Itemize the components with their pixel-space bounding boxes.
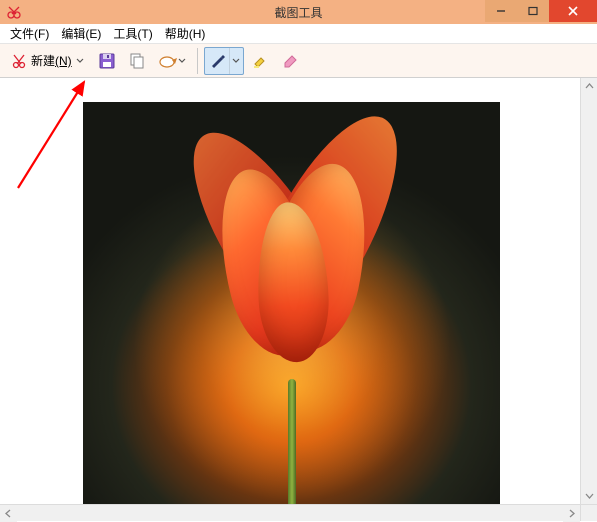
window-controls	[485, 0, 597, 22]
copy-button[interactable]	[123, 47, 151, 75]
window-title: 截图工具	[274, 4, 322, 21]
close-icon	[567, 5, 579, 17]
highlighter-button[interactable]	[246, 47, 274, 75]
eraser-button[interactable]	[276, 47, 304, 75]
menu-file-hotkey: (F)	[34, 27, 49, 41]
chevron-down-icon	[178, 57, 186, 65]
chevron-right-icon	[567, 509, 576, 518]
scroll-track[interactable]	[581, 95, 597, 487]
email-button[interactable]	[153, 47, 191, 75]
save-button[interactable]	[93, 47, 121, 75]
menu-tools[interactable]: 工具(T)	[107, 23, 158, 44]
email-icon	[158, 52, 178, 70]
close-button[interactable]	[549, 0, 597, 22]
chevron-down-icon	[585, 491, 594, 500]
menu-file[interactable]: 文件(F)	[4, 23, 55, 44]
captured-image[interactable]	[83, 102, 500, 519]
titlebar: 截图工具	[0, 0, 597, 24]
menu-edit-hotkey: (E)	[85, 27, 101, 41]
menu-file-label: 文件	[10, 27, 34, 41]
maximize-button[interactable]	[517, 0, 549, 22]
minimize-icon	[496, 6, 506, 16]
menu-help[interactable]: 帮助(H)	[159, 23, 212, 44]
eraser-icon	[281, 52, 299, 70]
toolbar-group-annotate	[204, 47, 304, 75]
new-snip-button[interactable]: 新建(N)	[4, 47, 91, 75]
chevron-left-icon	[4, 509, 13, 518]
menu-help-label: 帮助	[165, 27, 189, 41]
toolbar-separator	[197, 48, 198, 74]
pen-icon	[209, 53, 225, 69]
toolbar: 新建(N)	[0, 44, 597, 78]
menu-tools-hotkey: (T)	[137, 27, 152, 41]
chevron-up-icon	[585, 82, 594, 91]
toolbar-group-file: 新建(N)	[4, 47, 191, 75]
scroll-right-button[interactable]	[563, 505, 580, 522]
menubar: 文件(F) 编辑(E) 工具(T) 帮助(H)	[0, 24, 597, 44]
scroll-track[interactable]	[17, 505, 563, 521]
menu-help-hotkey: (H)	[189, 27, 206, 41]
scrollbar-corner	[580, 504, 597, 521]
app-icon	[6, 4, 22, 20]
image-stem	[288, 379, 296, 519]
copy-icon	[128, 52, 146, 70]
highlighter-icon	[251, 52, 269, 70]
horizontal-scrollbar[interactable]	[0, 504, 580, 521]
menu-edit-label: 编辑	[61, 27, 85, 41]
scissors-icon	[11, 53, 27, 69]
scroll-down-button[interactable]	[581, 487, 597, 504]
image-flower	[162, 112, 422, 392]
chevron-down-icon	[232, 57, 240, 65]
chevron-down-icon	[76, 57, 84, 65]
menu-edit[interactable]: 编辑(E)	[55, 23, 107, 44]
minimize-button[interactable]	[485, 0, 517, 22]
menu-tools-label: 工具	[113, 27, 137, 41]
save-icon	[98, 52, 116, 70]
scroll-left-button[interactable]	[0, 505, 17, 522]
new-snip-label: 新建(N)	[31, 52, 72, 69]
pen-button[interactable]	[204, 47, 244, 75]
canvas-area	[0, 78, 597, 521]
maximize-icon	[528, 6, 538, 16]
scroll-up-button[interactable]	[581, 78, 597, 95]
vertical-scrollbar[interactable]	[580, 78, 597, 504]
